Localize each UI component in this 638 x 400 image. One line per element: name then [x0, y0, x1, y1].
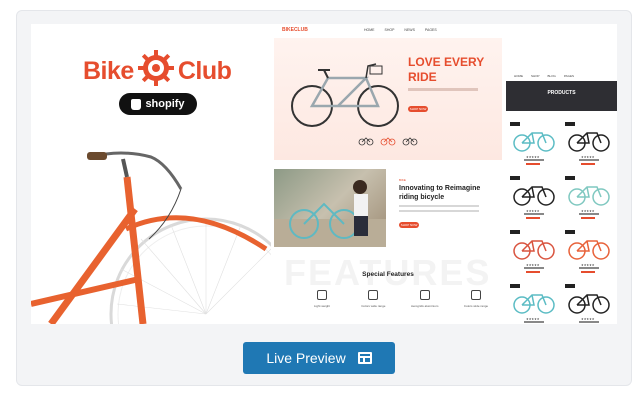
preview-layout-icon: [357, 352, 372, 364]
shop-nav-item: BLOG: [547, 74, 556, 78]
feature-item: Light weight: [304, 290, 340, 308]
thumbnail-bicycle-icon: [358, 137, 374, 146]
shop-nav-links: HOME SHOP BLOG PAGES: [514, 74, 574, 78]
orange-bicycle-image: [31, 151, 271, 324]
product-price-line: [581, 217, 595, 219]
product-bicycle-icon: [513, 132, 555, 152]
product-name-line: [579, 159, 599, 161]
product-name-line: [579, 213, 599, 215]
brand-panel: Bike Club shopify: [31, 24, 271, 324]
product-card: ★★★★★: [565, 284, 614, 324]
sale-tag: [510, 284, 520, 288]
mock-hero-button: SHOP NOW: [408, 106, 428, 112]
product-name-line: [524, 267, 544, 269]
product-price-line: [581, 163, 595, 165]
features-row: Light weight Colors wide range Aerogrids…: [304, 290, 494, 308]
product-bicycle-icon: [568, 294, 610, 314]
shop-nav-item: HOME: [514, 74, 523, 78]
mock-nav-links: HOME SHOP NEWS PAGES: [364, 28, 437, 32]
product-card: ★★★★★: [510, 122, 559, 168]
sale-tag: [510, 122, 520, 126]
product-bicycle-icon: [513, 186, 555, 206]
mock-hero-thumbnails: [358, 136, 418, 146]
product-price-line: [526, 163, 540, 165]
product-bicycle-icon: [568, 240, 610, 260]
shop-banner-title: PRODUCTS: [547, 90, 576, 96]
mock-nav-item: PAGES: [424, 28, 437, 32]
product-card: ★★★★★: [565, 176, 614, 222]
mock-nav-item: HOME: [364, 28, 375, 32]
shop-page-mockup: HOME SHOP BLOG PAGES PRODUCTS ★★★★★ ★★★★★…: [506, 24, 617, 324]
sale-tag: [510, 230, 520, 234]
mock-nav-item: NEWS: [404, 28, 415, 32]
feature-label: Aerogrids aluminium: [410, 304, 439, 308]
sale-tag: [510, 176, 520, 180]
feature-icon: [419, 290, 430, 300]
product-card: ★★★★★: [510, 284, 559, 324]
mock-section-title: Innovating to Reimagine riding bicycle: [399, 185, 481, 201]
feature-icon: [368, 290, 379, 300]
feature-label: Colors wide range: [361, 304, 386, 308]
product-price-line: [526, 271, 540, 273]
live-preview-label: Live Preview: [266, 350, 346, 366]
feature-label: Colors wide range: [463, 304, 489, 308]
feature-icon: [470, 290, 481, 300]
shop-nav-item: SHOP: [531, 74, 540, 78]
sale-tag: [565, 122, 575, 126]
mock-hero-title: LOVE EVERY RIDE: [408, 55, 485, 84]
mock-navbar: BIKECLUB HOME SHOP NEWS PAGES: [274, 24, 502, 38]
mock-brand: BIKECLUB: [282, 27, 308, 33]
shop-banner: [506, 81, 617, 111]
feature-item: Aerogrids aluminium: [407, 290, 443, 308]
photo-illustration: [274, 180, 386, 247]
feature-icon: [317, 290, 327, 300]
product-name-line: [524, 159, 544, 161]
product-bicycle-icon: [568, 186, 610, 206]
product-name-line: [524, 213, 544, 215]
logo-word-bike: Bike: [83, 56, 134, 85]
shopify-label: shopify: [145, 98, 185, 110]
gear-wheel-icon: [137, 50, 174, 86]
sale-tag: [565, 284, 575, 288]
feature-label: Light weight: [313, 304, 330, 308]
product-name-line: [524, 321, 544, 323]
theme-preview-image[interactable]: Bike Club shopify BIKECLUB HOME SHOP NEW…: [31, 24, 617, 324]
product-name-line: [579, 267, 599, 269]
bikeclub-logo: Bike Club: [83, 50, 232, 88]
product-card: ★★★★★: [510, 230, 559, 276]
shopify-badge: shopify: [119, 93, 197, 115]
product-grid: ★★★★★ ★★★★★ ★★★★★ ★★★★★ ★★★★★ ★★★★★ ★★★★★ ★★★★★: [510, 122, 614, 324]
feature-item: Colors wide range: [355, 290, 391, 308]
theme-card: Bike Club shopify BIKECLUB HOME SHOP NEW…: [16, 10, 632, 386]
mock-section-tag: BIKE: [399, 178, 406, 182]
woman-with-bicycle-photo: [274, 169, 386, 247]
logo-word-club: Club: [177, 56, 232, 85]
product-bicycle-icon: [568, 132, 610, 152]
shop-nav-item: PAGES: [563, 74, 574, 78]
product-bicycle-icon: [513, 240, 555, 260]
hero-bicycle-image: [291, 63, 399, 127]
sale-tag: [565, 230, 575, 234]
thumbnail-bicycle-icon: [402, 137, 418, 146]
homepage-mockup: BIKECLUB HOME SHOP NEWS PAGES LOVE EVERY…: [274, 24, 502, 324]
mock-section-button: SHOP NOW: [399, 222, 419, 228]
product-price-line: [526, 217, 540, 219]
product-card: ★★★★★: [565, 230, 614, 276]
product-card: ★★★★★: [565, 122, 614, 168]
product-price-line: [581, 271, 595, 273]
shopping-bag-icon: [131, 98, 142, 110]
thumbnail-bicycle-icon: [380, 137, 396, 146]
sale-tag: [565, 176, 575, 180]
live-preview-button[interactable]: Live Preview: [243, 342, 395, 374]
product-card: ★★★★★: [510, 176, 559, 222]
features-title: Special Features: [362, 271, 414, 278]
mock-nav-item: SHOP: [384, 28, 395, 32]
mock-hero-subtitle-line: [408, 88, 478, 91]
product-name-line: [579, 321, 599, 323]
mock-section-body-lines: [399, 205, 479, 215]
feature-item: Colors wide range: [458, 290, 494, 308]
product-bicycle-icon: [513, 294, 555, 314]
